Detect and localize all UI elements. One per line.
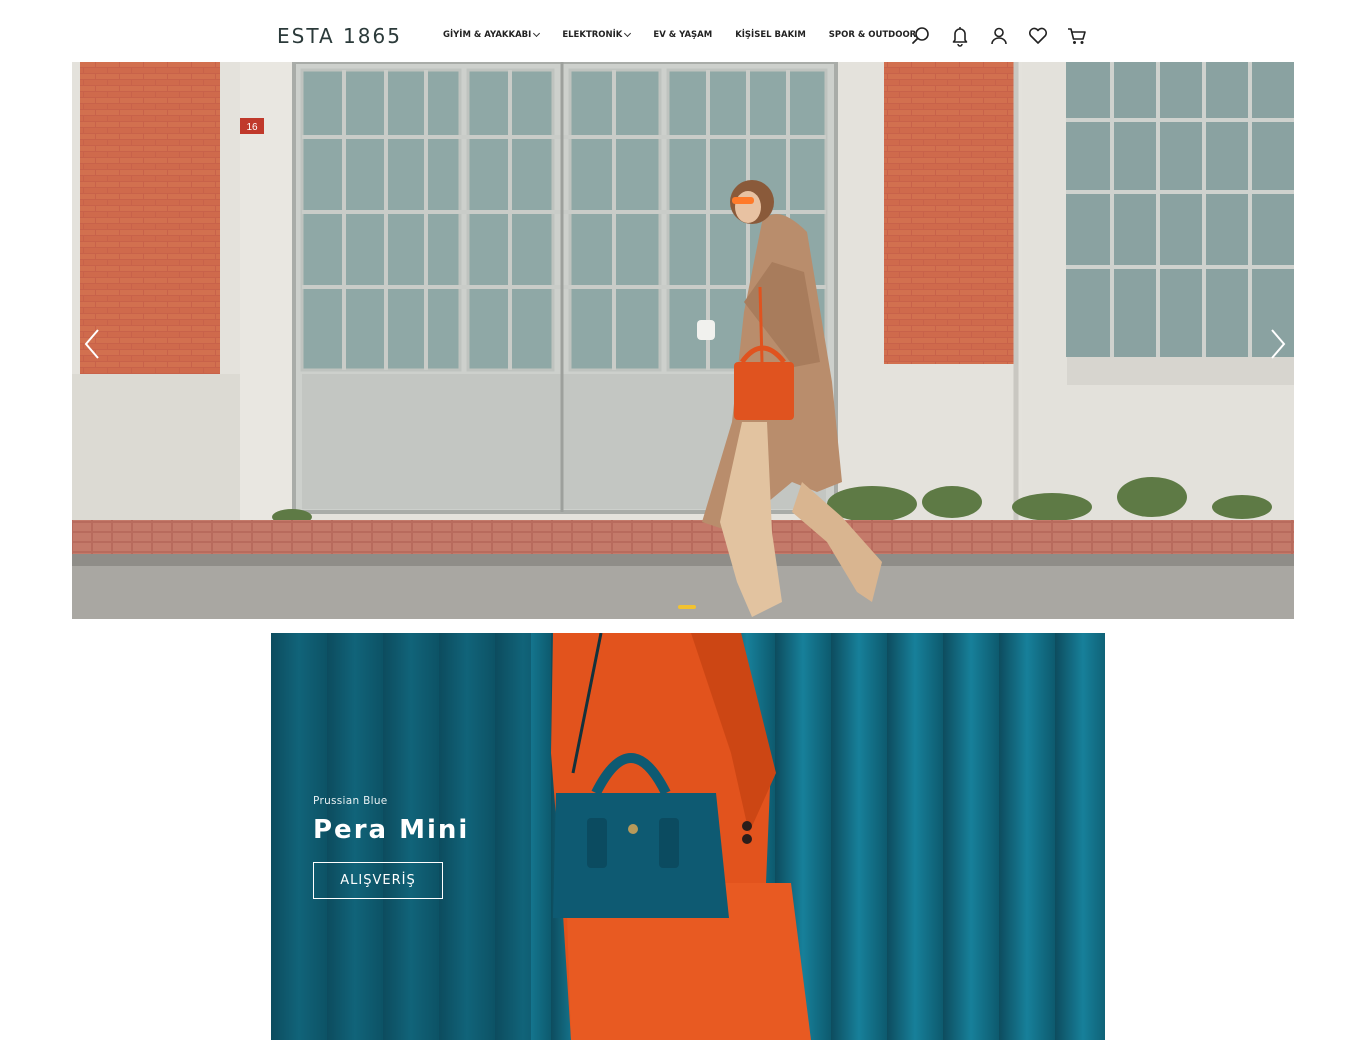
nav-label: ELEKTRONİK (562, 30, 623, 40)
banner-subtitle: Prussian Blue (313, 795, 388, 807)
main-nav: GİYİM & AYAKKABI ELEKTRONİK EV & YAŞAM K… (443, 29, 939, 40)
chevron-down-icon (533, 29, 541, 38)
hero-image: 16 (72, 62, 1294, 619)
nav-item-clothing[interactable]: GİYİM & AYAKKABI (443, 29, 541, 40)
chevron-left-icon (84, 329, 99, 359)
shop-button[interactable]: ALIŞVERİŞ (313, 862, 443, 899)
header-icons (910, 25, 1105, 47)
nav-item-home-living[interactable]: EV & YAŞAM (653, 30, 712, 40)
nav-label: EV & YAŞAM (653, 30, 713, 40)
nav-item-sport-outdoor[interactable]: SPOR & OUTDOOR (829, 30, 916, 40)
nav-label: KİŞİSEL BAKIM (735, 30, 806, 40)
slider-next-button[interactable] (1266, 327, 1290, 361)
search-icon[interactable] (910, 25, 932, 47)
user-icon[interactable] (988, 25, 1010, 47)
nav-item-electronics[interactable]: ELEKTRONİK (562, 29, 632, 40)
promo-banner[interactable]: Prussian Blue Pera Mini ALIŞVERİŞ (271, 633, 1105, 1040)
chevron-down-icon (624, 29, 632, 38)
slider-dot-active[interactable] (678, 605, 696, 609)
cart-icon[interactable] (1066, 25, 1088, 47)
heart-icon[interactable] (1027, 25, 1049, 47)
house-number-plate: 16 (246, 122, 258, 133)
site-header: ESTA 1865 GİYİM & AYAKKABI ELEKTRONİK EV… (0, 0, 1362, 62)
bell-icon[interactable] (949, 25, 971, 47)
nav-label: GİYİM & AYAKKABI (443, 30, 532, 40)
chevron-right-icon (1271, 329, 1286, 359)
site-logo[interactable]: ESTA 1865 (277, 24, 402, 48)
banner-title: Pera Mini (313, 815, 470, 845)
hero-slider[interactable]: 16 (72, 62, 1294, 619)
slider-pagination (678, 605, 696, 609)
slider-prev-button[interactable] (80, 327, 104, 361)
nav-item-personal-care[interactable]: KİŞİSEL BAKIM (735, 30, 806, 40)
nav-label: SPOR & OUTDOOR (828, 30, 917, 40)
